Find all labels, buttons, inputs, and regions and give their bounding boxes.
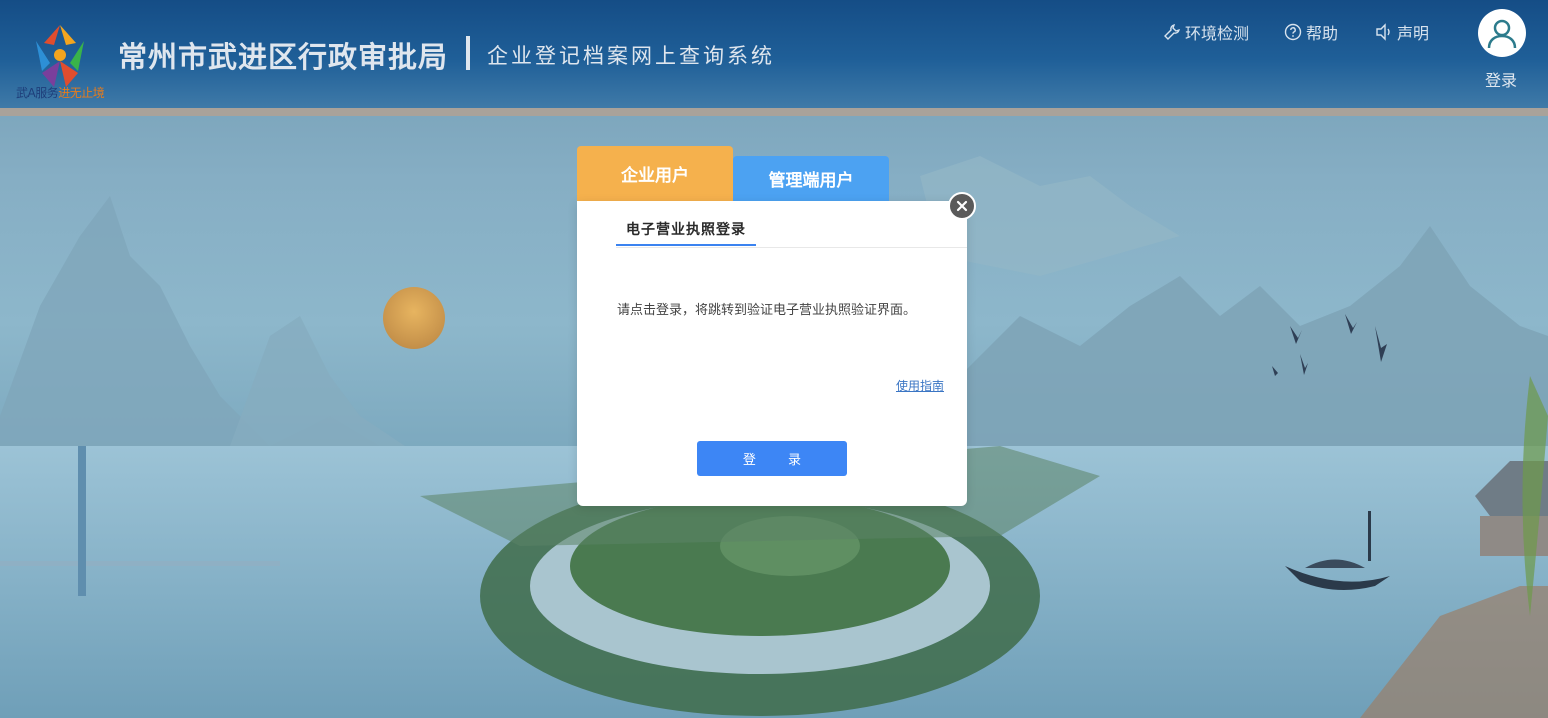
close-icon [956,200,968,212]
subtab-e-license-login[interactable]: 电子营业执照登录 [616,214,756,246]
logo-slogan: 武A服务进无止境 [16,84,105,101]
nav-env-check[interactable]: 环境检测 [1163,22,1250,43]
header-divider-bar [0,108,1548,116]
nav-help-label: 帮助 [1306,24,1339,43]
login-button[interactable]: 登 录 [697,441,847,476]
logo-slogan-a: 武A服务 [16,86,59,100]
speaker-icon [1376,23,1390,41]
question-circle-icon [1284,23,1302,41]
login-dialog: 电子营业执照登录 请点击登录，将跳转到验证电子营业执照验证界面。 使用指南 登 … [577,201,967,506]
nav-statement[interactable]: 声明 [1375,22,1430,43]
user-avatar[interactable] [1478,9,1526,57]
tab-enterprise-user[interactable]: 企业用户 [577,146,733,201]
nav-statement-label: 声明 [1397,24,1430,43]
login-instruction-text: 请点击登录，将跳转到验证电子营业执照验证界面。 [617,303,917,318]
subtab-divider [616,247,967,248]
title-divider [466,36,470,70]
wrench-icon [1164,24,1180,40]
org-title: 常州市武进区行政审批局 [118,40,449,74]
user-guide-link[interactable]: 使用指南 [896,377,944,394]
close-dialog-button[interactable] [948,192,976,220]
tab-admin-user[interactable]: 管理端用户 [733,156,889,201]
system-title: 企业登记档案网上查询系统 [487,44,775,68]
top-header: 武A服务进无止境 常州市武进区行政审批局 企业登记档案网上查询系统 环境检测 帮… [0,0,1548,108]
header-login-link[interactable]: 登录 [1485,67,1517,91]
nav-help[interactable]: 帮助 [1284,22,1339,43]
login-page: 武A服务进无止境 常州市武进区行政审批局 企业登记档案网上查询系统 环境检测 帮… [0,0,1548,718]
logo-slogan-b: 进无止境 [58,86,105,100]
user-icon [1487,19,1517,49]
nav-env-check-label: 环境检测 [1185,24,1250,43]
